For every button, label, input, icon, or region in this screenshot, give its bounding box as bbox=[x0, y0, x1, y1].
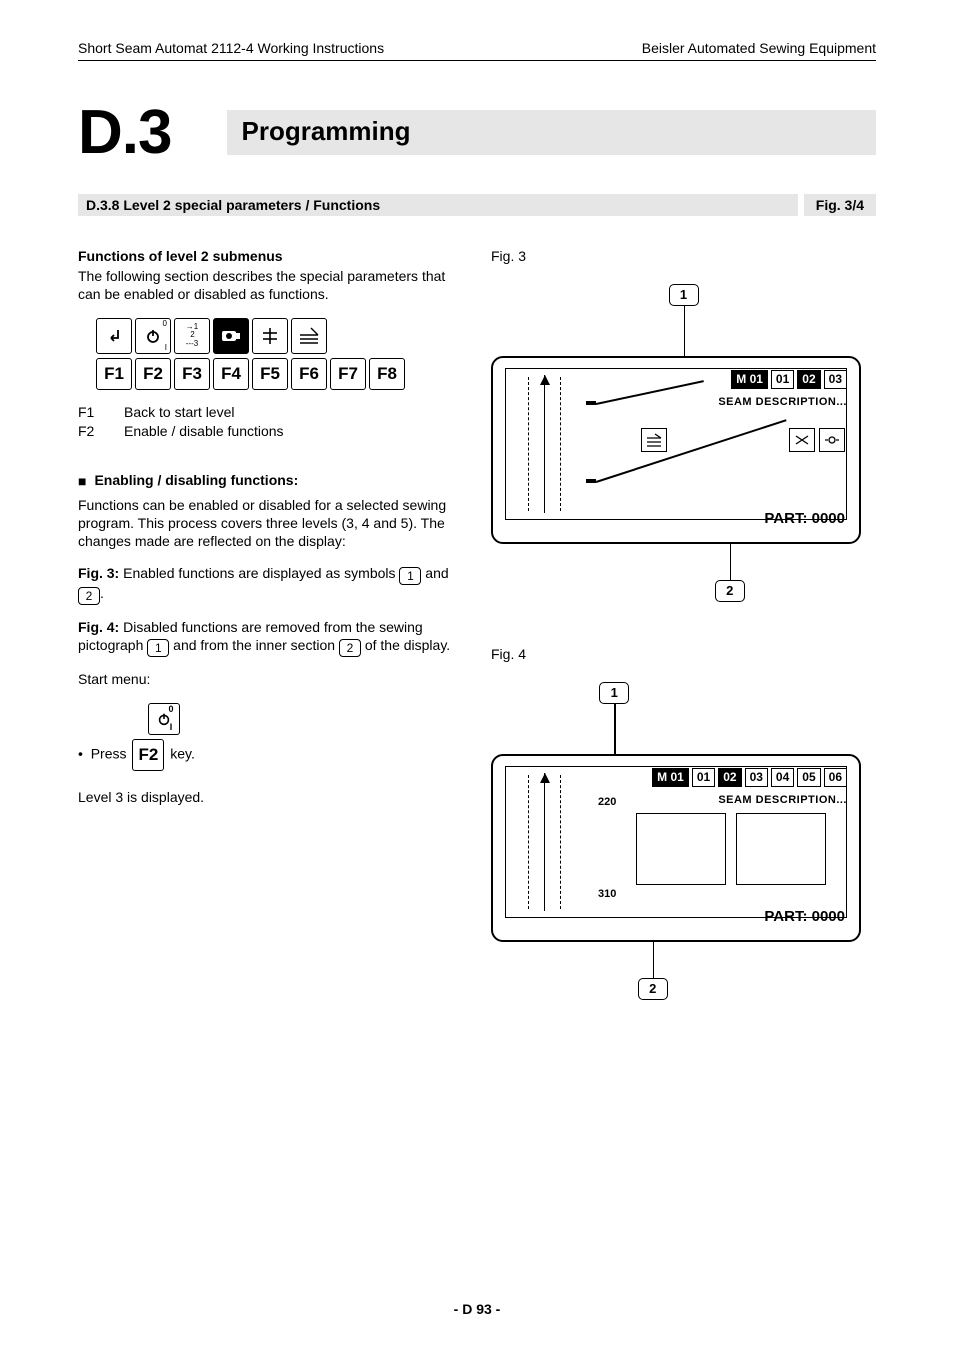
f6-key: F6 bbox=[291, 358, 327, 390]
fkey-definitions: F1Back to start level F2Enable / disable… bbox=[78, 404, 463, 441]
list-icon: →1 2---3 bbox=[174, 318, 210, 354]
fig3-screen: M 01 01 02 03 SEAM DESCRIPTION... bbox=[491, 356, 861, 544]
f2-key-inline: F2 bbox=[132, 739, 164, 771]
tab: 06 bbox=[824, 768, 847, 787]
callout-1: 1 bbox=[669, 284, 699, 306]
level2-heading: Functions of level 2 submenus bbox=[78, 248, 463, 266]
f1-key: F1 bbox=[96, 358, 132, 390]
tab: 03 bbox=[745, 768, 768, 787]
f8-key: F8 bbox=[369, 358, 405, 390]
subsection-figref: Fig. 3/4 bbox=[804, 194, 876, 216]
f4-key: F4 bbox=[213, 358, 249, 390]
enable-disable-heading: Enabling / disabling functions: bbox=[94, 472, 298, 490]
def-val: Back to start level bbox=[124, 404, 235, 422]
callout-2: 2 bbox=[638, 978, 668, 1000]
ref-1-icon: 1 bbox=[399, 567, 421, 585]
seam-desc: SEAM DESCRIPTION... bbox=[635, 395, 847, 409]
level3-displayed: Level 3 is displayed. bbox=[78, 789, 463, 807]
f5-key: F5 bbox=[252, 358, 288, 390]
fig4-n2: 310 bbox=[598, 887, 616, 901]
icon-row: 0 I →1 2---3 bbox=[96, 318, 463, 354]
power-toggle-icon: 0 I bbox=[148, 703, 180, 735]
tab: 01 bbox=[692, 768, 715, 787]
square-bullet-icon: ■ bbox=[78, 473, 86, 491]
enable-disable-text: Functions can be enabled or disabled for… bbox=[78, 497, 463, 551]
level2-intro: The following section describes the spec… bbox=[78, 268, 463, 304]
tab: 02 bbox=[797, 370, 820, 389]
fig3-tabs: M 01 01 02 03 bbox=[731, 370, 847, 389]
callout-1: 1 bbox=[599, 682, 629, 704]
ref-2-icon: 2 bbox=[339, 639, 361, 657]
ref-1-icon: 1 bbox=[147, 639, 169, 657]
align-icon bbox=[252, 318, 288, 354]
fig4-tabs: M 01 01 02 03 04 05 06 bbox=[652, 768, 847, 787]
page-footer: - D 93 - bbox=[0, 1301, 954, 1317]
fkey-row: F1 F2 F3 F4 F5 F6 F7 F8 bbox=[96, 358, 463, 390]
stack-icon bbox=[291, 318, 327, 354]
fig4-label: Fig. 4 bbox=[491, 646, 876, 664]
tab: 03 bbox=[824, 370, 847, 389]
right-column: Fig. 3 1 bbox=[491, 248, 876, 1044]
fig3-label: Fig. 3 bbox=[491, 248, 876, 266]
section-title: Programming bbox=[227, 110, 876, 155]
fig3-text: Fig. 3: Enabled functions are displayed … bbox=[78, 565, 463, 605]
left-column: Functions of level 2 submenus The follow… bbox=[78, 248, 463, 1044]
tab: 04 bbox=[771, 768, 794, 787]
stack-small-icon bbox=[641, 428, 667, 452]
camera-icon bbox=[213, 318, 249, 354]
f7-key: F7 bbox=[330, 358, 366, 390]
tab-m: M 01 bbox=[731, 370, 768, 389]
fig4-text: Fig. 4: Disabled functions are removed f… bbox=[78, 619, 463, 657]
return-icon bbox=[96, 318, 132, 354]
header-left: Short Seam Automat 2112-4 Working Instru… bbox=[78, 40, 384, 56]
f2-key: F2 bbox=[135, 358, 171, 390]
power-toggle-icon: 0 I bbox=[135, 318, 171, 354]
ref-2-icon: 2 bbox=[78, 587, 100, 605]
seam-desc: SEAM DESCRIPTION... bbox=[592, 793, 847, 807]
trim-icon bbox=[789, 428, 815, 452]
tab-m: M 01 bbox=[652, 768, 689, 787]
def-key: F1 bbox=[78, 404, 124, 422]
header-right: Beisler Automated Sewing Equipment bbox=[642, 40, 876, 56]
press-f2-line: • Press F2 key. bbox=[78, 739, 463, 771]
section-number: D.3 bbox=[78, 97, 227, 168]
tab: 02 bbox=[718, 768, 741, 787]
part-number: PART: 0000 bbox=[764, 907, 845, 926]
eye-icon bbox=[819, 428, 845, 452]
fig4-screen: 220 310 M 01 01 02 03 04 05 bbox=[491, 754, 861, 942]
subsection-label: D.3.8 Level 2 special parameters / Funct… bbox=[78, 194, 798, 216]
part-number: PART: 0000 bbox=[764, 509, 845, 528]
tab: 05 bbox=[797, 768, 820, 787]
def-val: Enable / disable functions bbox=[124, 423, 284, 441]
tab: 01 bbox=[771, 370, 794, 389]
start-menu-label: Start menu: bbox=[78, 671, 463, 689]
def-key: F2 bbox=[78, 423, 124, 441]
callout-2: 2 bbox=[715, 580, 745, 602]
f3-key: F3 bbox=[174, 358, 210, 390]
